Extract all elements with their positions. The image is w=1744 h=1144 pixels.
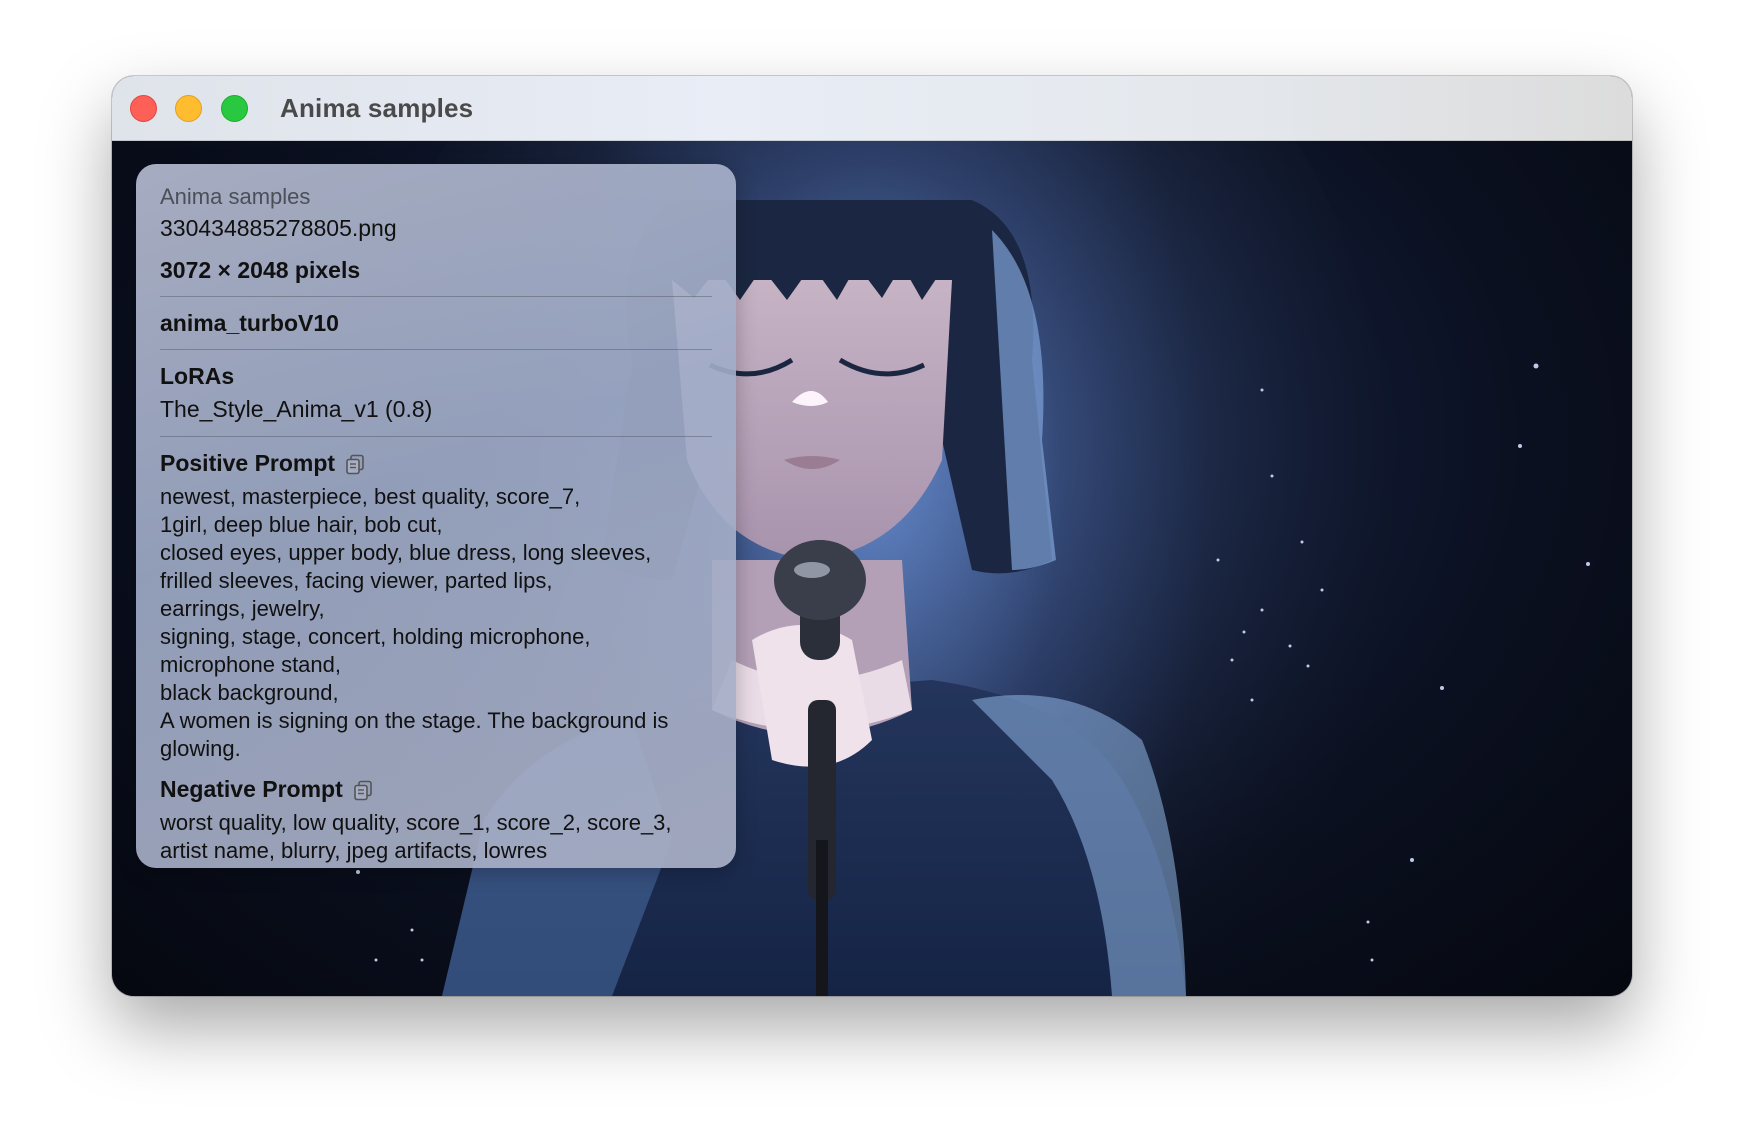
copy-icon[interactable]	[345, 452, 365, 475]
loras-heading-label: LoRAs	[160, 363, 235, 389]
minimize-button[interactable]	[175, 95, 202, 122]
album-name: Anima samples	[160, 184, 311, 209]
prompt-line: 1girl, deep blue hair, bob cut,	[160, 512, 443, 537]
negative-prompt-text: worst quality, low quality, score_1, sco…	[160, 809, 712, 865]
negative-prompt-label: Negative Prompt	[160, 776, 343, 802]
divider	[160, 349, 712, 350]
prompt-line: signing, stage, concert, holding microph…	[160, 624, 591, 649]
image-info-panel: Anima samples 330434885278805.png 3072 ×…	[136, 164, 736, 868]
image-viewer[interactable]: Anima samples 330434885278805.png 3072 ×…	[112, 140, 1632, 996]
prompt-line: microphone stand,	[160, 652, 341, 677]
model-name: anima_turboV10	[160, 310, 339, 336]
close-button[interactable]	[130, 95, 157, 122]
loras-heading: LoRAs	[160, 360, 712, 392]
prompt-line: earrings, jewelry,	[160, 596, 325, 621]
prompt-line: worst quality, low quality, score_1, sco…	[160, 810, 672, 835]
positive-prompt-label: Positive Prompt	[160, 450, 336, 476]
title-bar[interactable]: Anima samples	[112, 76, 1632, 141]
app-window: Anima samples Anima samples 330434885278…	[112, 76, 1632, 996]
positive-prompt-text: newest, masterpiece, best quality, score…	[160, 483, 712, 763]
prompt-line: closed eyes, upper body, blue dress, lon…	[160, 540, 652, 565]
prompt-line: A women is signing on the stage. The bac…	[160, 708, 669, 733]
divider	[160, 296, 712, 297]
image-dimensions: 3072 × 2048 pixels	[160, 257, 361, 283]
prompt-line: artist name, blurry, jpeg artifacts, low…	[160, 838, 548, 863]
negative-prompt-heading: Negative Prompt	[160, 773, 712, 805]
prompt-line: frilled sleeves, facing viewer, parted l…	[160, 568, 553, 593]
divider	[160, 436, 712, 437]
positive-prompt-heading: Positive Prompt	[160, 447, 712, 479]
file-name: 330434885278805.png	[160, 215, 397, 241]
prompt-line: black background,	[160, 680, 339, 705]
lora-value: The_Style_Anima_v1 (0.8)	[160, 396, 433, 422]
zoom-button[interactable]	[221, 95, 248, 122]
prompt-line: newest, masterpiece, best quality, score…	[160, 484, 581, 509]
prompt-line: glowing.	[160, 736, 241, 761]
copy-icon[interactable]	[353, 778, 373, 801]
window-title: Anima samples	[280, 93, 474, 123]
